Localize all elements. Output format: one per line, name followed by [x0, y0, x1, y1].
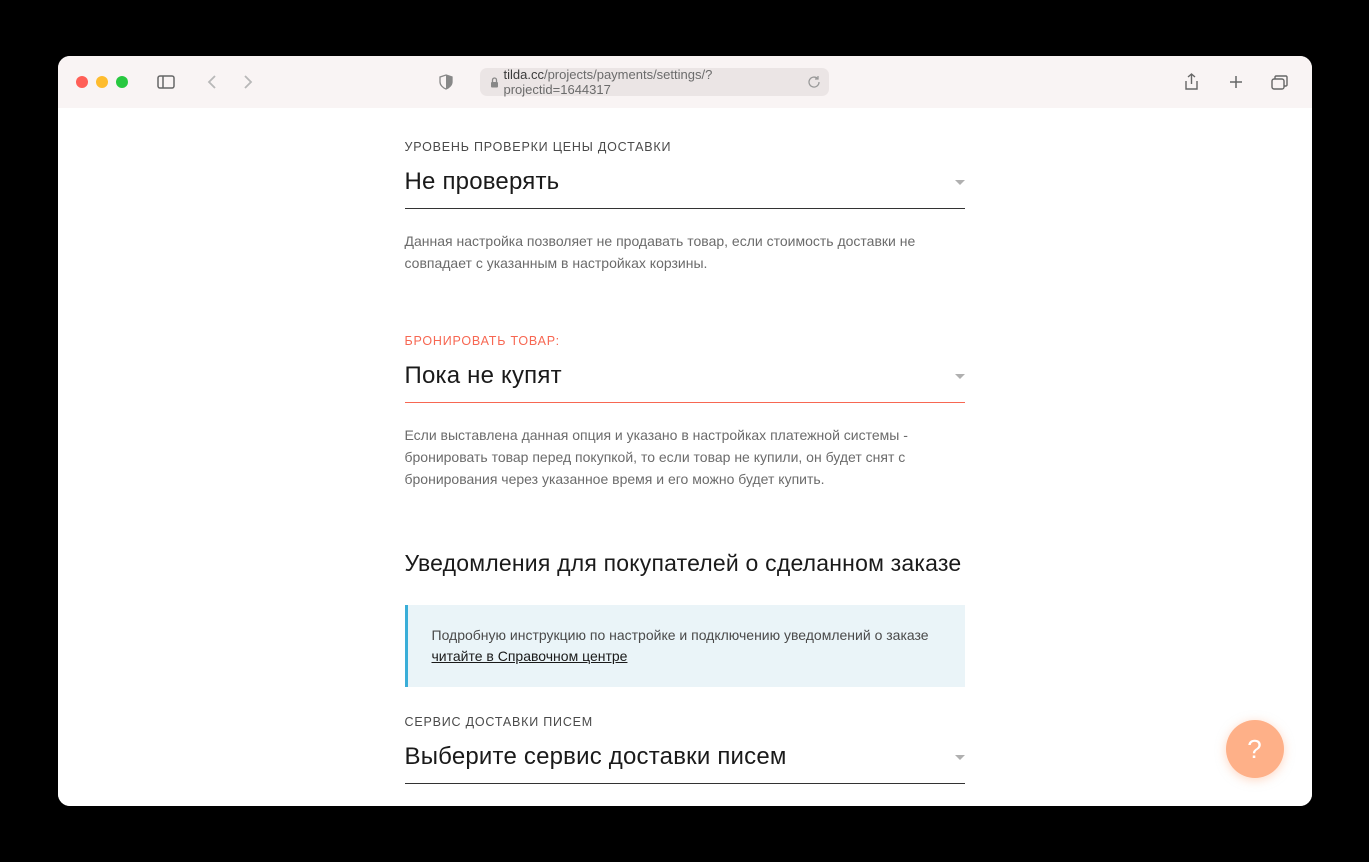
- window-controls: [76, 76, 128, 88]
- chevron-down-icon: [955, 180, 965, 185]
- toolbar-right-icons: [1178, 68, 1294, 96]
- mail-service-field: СЕРВИС ДОСТАВКИ ПИСЕМ Выберите сервис до…: [405, 715, 965, 784]
- settings-form: УРОВЕНЬ ПРОВЕРКИ ЦЕНЫ ДОСТАВКИ Не провер…: [405, 108, 965, 784]
- browser-window: tilda.cc/projects/payments/settings/?pro…: [58, 56, 1312, 806]
- delivery-check-select[interactable]: Не проверять: [405, 168, 965, 209]
- url-domain: tilda.cc: [504, 67, 544, 82]
- address-bar[interactable]: tilda.cc/projects/payments/settings/?pro…: [480, 68, 829, 96]
- field-label: БРОНИРОВАТЬ ТОВАР:: [405, 334, 965, 348]
- tabs-overview-button[interactable]: [1266, 68, 1294, 96]
- field-label: СЕРВИС ДОСТАВКИ ПИСЕМ: [405, 715, 965, 729]
- field-label: УРОВЕНЬ ПРОВЕРКИ ЦЕНЫ ДОСТАВКИ: [405, 140, 965, 154]
- new-tab-button[interactable]: [1222, 68, 1250, 96]
- field-description: Если выставлена данная опция и указано в…: [405, 425, 965, 490]
- reload-button[interactable]: [807, 75, 821, 89]
- sidebar-toggle-button[interactable]: [152, 68, 180, 96]
- forward-button[interactable]: [234, 68, 262, 96]
- lock-icon: [490, 77, 499, 88]
- mail-service-select[interactable]: Выберите сервис доставки писем: [405, 743, 965, 784]
- info-text: Подробную инструкцию по настройке и подк…: [432, 625, 941, 667]
- select-value: Не проверять: [405, 168, 560, 196]
- page-content: УРОВЕНЬ ПРОВЕРКИ ЦЕНЫ ДОСТАВКИ Не провер…: [58, 108, 1312, 806]
- back-button[interactable]: [198, 68, 226, 96]
- select-value: Выберите сервис доставки писем: [405, 743, 787, 771]
- share-button[interactable]: [1178, 68, 1206, 96]
- browser-toolbar: tilda.cc/projects/payments/settings/?pro…: [58, 56, 1312, 108]
- help-center-link[interactable]: читайте в Справочном центре: [432, 648, 628, 664]
- navigation-arrows: [198, 68, 262, 96]
- privacy-shield-icon[interactable]: [432, 68, 460, 96]
- maximize-window-button[interactable]: [116, 76, 128, 88]
- reserve-product-select[interactable]: Пока не купят: [405, 362, 965, 403]
- delivery-check-field: УРОВЕНЬ ПРОВЕРКИ ЦЕНЫ ДОСТАВКИ Не провер…: [405, 140, 965, 274]
- chevron-down-icon: [955, 374, 965, 379]
- reserve-product-field: БРОНИРОВАТЬ ТОВАР: Пока не купят Если вы…: [405, 334, 965, 490]
- select-value: Пока не купят: [405, 362, 562, 390]
- notifications-heading: Уведомления для покупателей о сделанном …: [405, 550, 965, 577]
- field-description: Данная настройка позволяет не продавать …: [405, 231, 965, 274]
- info-callout: Подробную инструкцию по настройке и подк…: [405, 605, 965, 687]
- close-window-button[interactable]: [76, 76, 88, 88]
- help-button[interactable]: ?: [1226, 720, 1284, 778]
- chevron-down-icon: [955, 755, 965, 760]
- minimize-window-button[interactable]: [96, 76, 108, 88]
